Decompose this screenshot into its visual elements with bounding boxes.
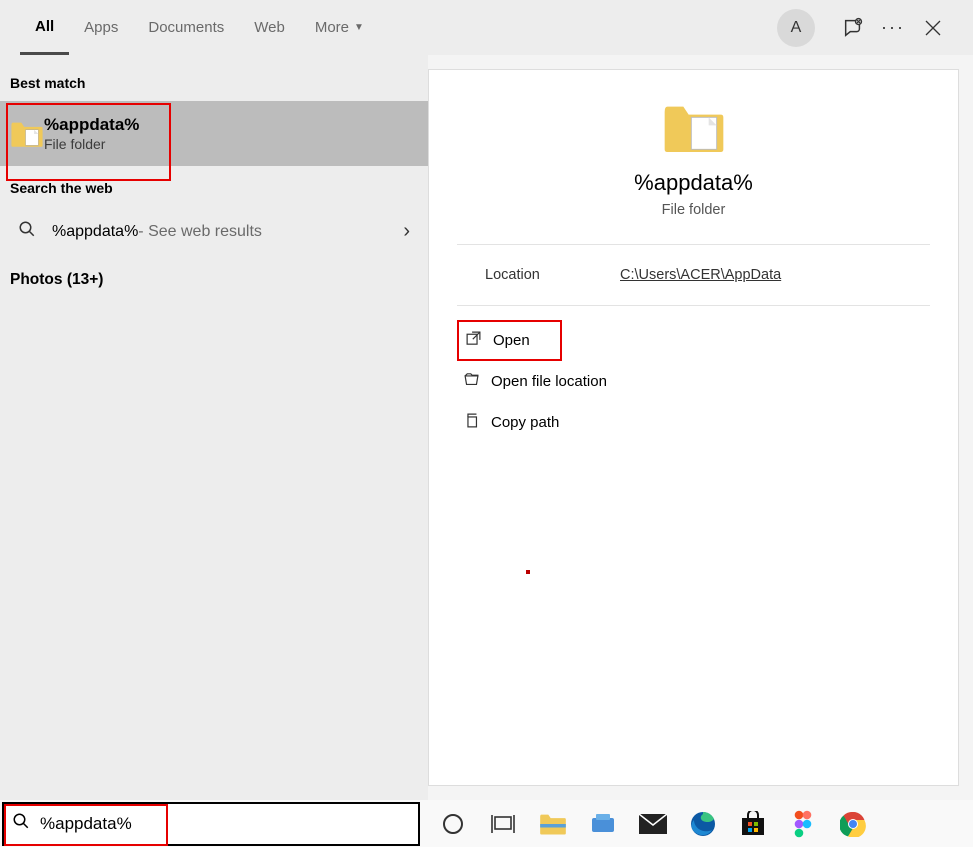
avatar[interactable]: A [777, 9, 815, 47]
search-input[interactable] [40, 814, 410, 834]
tab-more[interactable]: More ▼ [300, 0, 379, 55]
more-options-icon[interactable]: ··· [873, 8, 913, 48]
copy-icon [463, 412, 491, 433]
chrome-icon[interactable] [838, 809, 868, 839]
location-row: Location C:\Users\ACER\AppData [457, 245, 930, 306]
location-label: Location [485, 267, 620, 283]
task-view-icon[interactable] [488, 809, 518, 839]
search-tabs: All Apps Documents Web More ▼ A ··· [0, 0, 973, 55]
open-action[interactable]: Open [457, 320, 562, 361]
tab-all[interactable]: All [20, 0, 69, 55]
feedback-icon[interactable] [833, 8, 873, 48]
best-match-title: %appdata% [44, 115, 139, 135]
taskbar-search[interactable] [2, 802, 420, 846]
best-match-subtitle: File folder [44, 136, 139, 152]
chevron-right-icon: › [403, 220, 410, 243]
copy-path-label: Copy path [491, 414, 559, 431]
file-explorer-icon[interactable] [538, 809, 568, 839]
cortana-icon[interactable] [438, 809, 468, 839]
app-icon[interactable] [588, 809, 618, 839]
tab-apps[interactable]: Apps [69, 0, 133, 55]
open-label: Open [493, 332, 530, 349]
open-icon [465, 330, 493, 351]
figma-icon[interactable] [788, 809, 818, 839]
tab-web[interactable]: Web [239, 0, 300, 55]
folder-icon [662, 100, 726, 156]
section-best-match: Best match [0, 75, 428, 101]
annotation-dot [526, 570, 530, 574]
tab-documents[interactable]: Documents [133, 0, 239, 55]
search-icon [12, 812, 30, 835]
copy-path-action[interactable]: Copy path [457, 402, 565, 443]
web-query: %appdata% [52, 223, 138, 241]
preview-title: %appdata% [634, 170, 753, 196]
edge-icon[interactable] [688, 809, 718, 839]
chevron-down-icon: ▼ [354, 22, 364, 33]
best-match-item[interactable]: %appdata% File folder [0, 101, 428, 166]
tab-more-label: More [315, 19, 349, 36]
folder-open-icon [463, 371, 491, 392]
search-icon [10, 220, 44, 243]
preview-panel: %appdata% File folder Location C:\Users\… [428, 69, 959, 786]
close-icon[interactable] [913, 8, 953, 48]
folder-icon [10, 119, 44, 149]
store-icon[interactable] [738, 809, 768, 839]
section-search-web: Search the web [0, 180, 428, 206]
web-search-item[interactable]: %appdata% - See web results › [0, 206, 428, 257]
section-photos[interactable]: Photos (13+) [0, 257, 428, 303]
open-location-label: Open file location [491, 373, 607, 390]
mail-icon[interactable] [638, 809, 668, 839]
taskbar [0, 800, 973, 847]
web-suffix: - See web results [138, 223, 262, 241]
results-panel: Best match %appdata% File folder Search … [0, 55, 428, 800]
open-file-location-action[interactable]: Open file location [457, 361, 613, 402]
location-link[interactable]: C:\Users\ACER\AppData [620, 267, 781, 283]
preview-subtitle: File folder [662, 202, 726, 218]
